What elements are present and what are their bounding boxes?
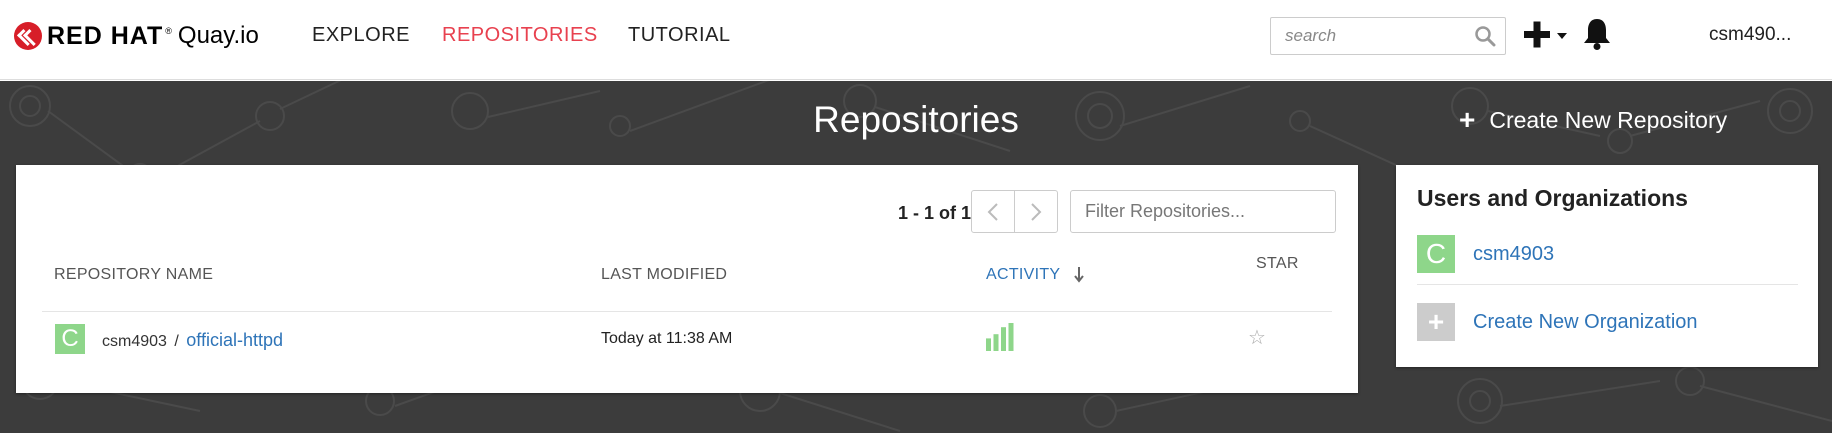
user-menu[interactable]: csm490...	[1709, 24, 1791, 46]
avatar: C	[55, 324, 85, 354]
pagination-controls	[971, 190, 1058, 233]
filter-repositories-input[interactable]	[1070, 190, 1336, 233]
user-entry[interactable]: C csm4903	[1417, 235, 1554, 273]
path-separator: /	[174, 333, 179, 350]
divider	[1417, 284, 1798, 285]
activity-bar	[986, 338, 991, 351]
repository-path: csm4903 / official-httpd	[102, 330, 283, 351]
row-divider	[42, 311, 1332, 312]
red-hat-icon	[14, 22, 42, 50]
column-header-repository-name[interactable]: REPOSITORY NAME	[54, 266, 213, 284]
registered-mark: ®	[165, 26, 172, 36]
activity-chart	[986, 323, 1014, 351]
create-organization-label[interactable]: Create New Organization	[1473, 311, 1698, 334]
nav-tutorial[interactable]: TUTORIAL	[628, 24, 731, 47]
nav-explore[interactable]: EXPLORE	[312, 24, 410, 47]
user-name-link[interactable]: csm4903	[1473, 243, 1554, 266]
repository-list-panel: 1 - 1 of 1 REPOSITORY NAME LAST MODIFIED…	[16, 165, 1358, 393]
chevron-left-icon	[987, 202, 998, 221]
create-repository-button[interactable]: + Create New Repository	[1459, 106, 1727, 134]
activity-bar	[993, 334, 999, 351]
previous-page-button[interactable]	[972, 191, 1014, 232]
search-icon[interactable]	[1474, 25, 1496, 47]
create-organization-button[interactable]: + Create New Organization	[1417, 303, 1698, 341]
column-header-star[interactable]: STAR	[1256, 255, 1299, 273]
search-input[interactable]	[1270, 17, 1506, 55]
star-icon[interactable]: ☆	[1248, 325, 1266, 350]
create-repository-label: Create New Repository	[1489, 106, 1728, 133]
nav-repositories[interactable]: REPOSITORIES	[442, 24, 598, 47]
avatar: C	[1417, 235, 1455, 273]
plus-icon: +	[1417, 303, 1455, 341]
column-header-activity[interactable]: ACTIVITY	[986, 266, 1060, 284]
brand-product: Quay.io	[177, 22, 259, 49]
top-navbar: RED HAT ® Quay.io EXPLORE REPOSITORIES T…	[0, 0, 1832, 80]
repository-namespace: csm4903	[102, 333, 167, 350]
notifications-bell-icon[interactable]	[1582, 17, 1612, 51]
repository-link[interactable]: official-httpd	[186, 330, 283, 350]
next-page-button[interactable]	[1014, 191, 1057, 232]
pagination-count: 1 - 1 of 1	[898, 203, 972, 223]
users-and-organizations-panel: Users and Organizations C csm4903 + Crea…	[1396, 165, 1818, 367]
plus-icon: +	[1459, 104, 1476, 135]
create-menu-icon[interactable]	[1524, 20, 1570, 50]
brand-logo[interactable]: RED HAT ® Quay.io	[14, 22, 259, 50]
last-modified-value: Today at 11:38 AM	[601, 330, 733, 347]
brand-name: RED HAT	[47, 21, 164, 50]
activity-bar	[1008, 323, 1014, 351]
panel-title: Users and Organizations	[1417, 185, 1688, 211]
chevron-right-icon	[1031, 202, 1042, 221]
sort-descending-icon[interactable]	[1074, 266, 1084, 283]
activity-bar	[1001, 327, 1006, 351]
column-header-last-modified[interactable]: LAST MODIFIED	[601, 266, 727, 284]
